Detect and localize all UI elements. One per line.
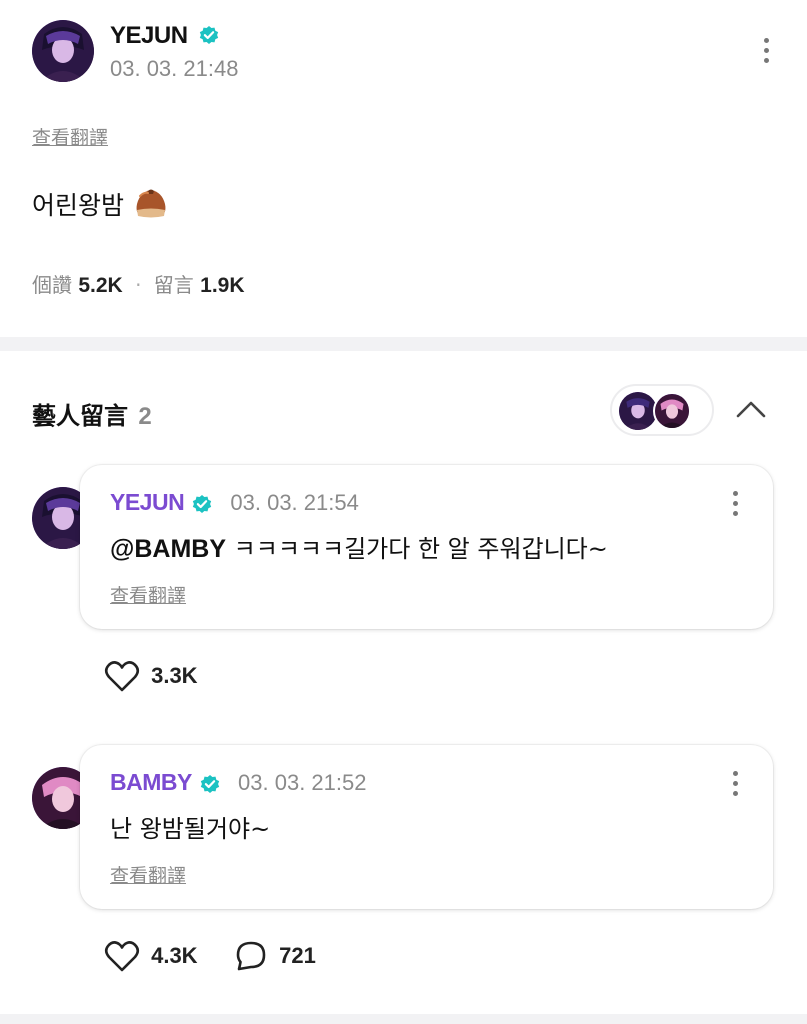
bottom-divider [0,1014,807,1024]
heart-icon [104,941,140,972]
section-divider [0,337,807,351]
verified-badge-icon [193,494,212,513]
chestnut-emoji-icon [136,189,166,218]
chevron-up-icon[interactable] [735,398,767,420]
post-stats: 個讚 5.2K · 留言 1.9K [32,273,245,297]
post-author-name[interactable]: YEJUN [110,22,220,50]
comment-like-button[interactable]: 3.3K [104,659,198,693]
heart-icon [104,661,140,692]
verified-badge-icon [199,25,218,44]
mention-link[interactable]: @BAMBY [110,535,226,563]
post-content: 어린왕밤 [32,186,168,222]
artist-comments-header: 藝人留言 2 [32,402,152,430]
comment-author-name[interactable]: BAMBY [110,769,192,795]
comment-text: 난 왕밤될거야~ [110,815,271,843]
likes-count[interactable]: 5.2K [78,274,122,297]
artist-avatar-bamby [653,392,691,430]
comment-header: BAMBY 03. 03. 21:52 [110,769,366,796]
comment-header: YEJUN 03. 03. 21:54 [110,489,359,516]
comment-bubble-icon [236,941,266,971]
more-options-icon[interactable] [762,38,770,68]
artist-avatars-pill[interactable] [610,384,714,436]
artist-avatar-yejun [619,392,657,430]
comment-reply-button[interactable]: 721 [234,940,316,972]
more-options-icon[interactable] [731,491,739,521]
comment-card: BAMBY 03. 03. 21:52 난 왕밤될거야~ 查看翻譯 [80,745,773,909]
comment-card: YEJUN 03. 03. 21:54 @BAMBY ㅋㅋㅋㅋㅋ길가다 한 알 … [80,465,773,629]
comment-author-name[interactable]: YEJUN [110,489,185,515]
comment-like-button[interactable]: 4.3K [104,939,198,973]
comment-timestamp: 03. 03. 21:54 [230,490,359,515]
comment-timestamp: 03. 03. 21:52 [238,770,367,795]
comments-count[interactable]: 1.9K [200,274,244,297]
more-options-icon[interactable] [731,771,739,801]
comment-text: @BAMBY ㅋㅋㅋㅋㅋ길가다 한 알 주워갑니다~ [110,535,608,563]
post-timestamp: 03. 03. 21:48 [110,56,239,81]
post-author-avatar[interactable] [32,20,94,82]
comment-translate-link[interactable]: 查看翻譯 [110,581,186,608]
comment-translate-link[interactable]: 查看翻譯 [110,861,186,888]
post-translate-link[interactable]: 查看翻譯 [32,123,108,150]
verified-badge-icon [200,774,220,793]
